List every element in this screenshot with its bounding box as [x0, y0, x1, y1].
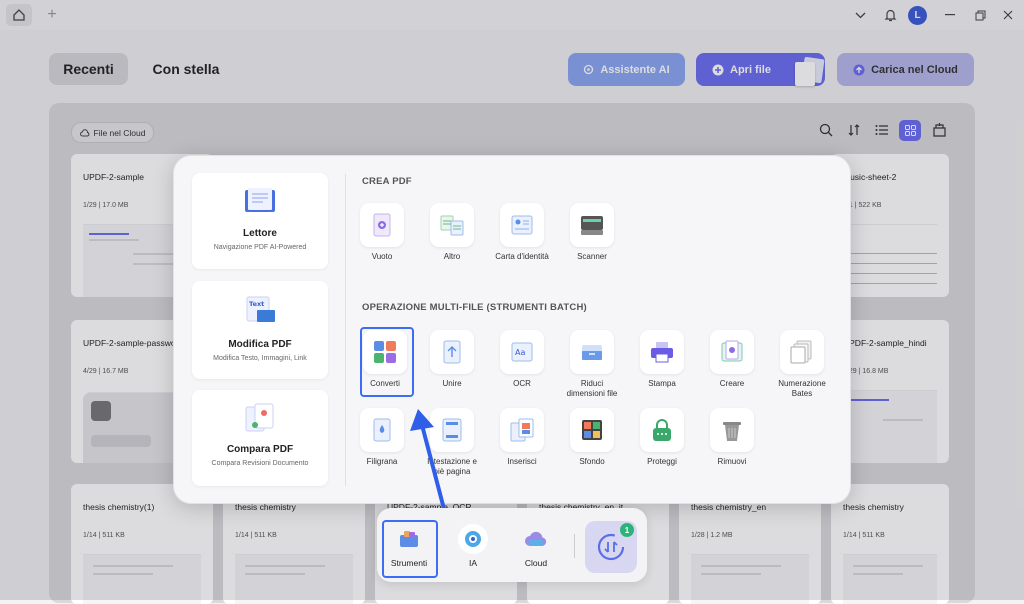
trash-icon	[723, 422, 741, 441]
id-card-icon	[511, 215, 533, 235]
tool-ocr[interactable]: Aa OCR	[494, 330, 550, 389]
book-icon	[245, 188, 275, 212]
reader-title: Lettore	[243, 228, 277, 239]
lock-icon	[653, 419, 671, 441]
convert-icon	[374, 341, 396, 363]
compress-icon	[582, 345, 602, 360]
dock-ai[interactable]: IA	[445, 508, 501, 582]
bottom-dock: Strumenti IA Cloud 1	[377, 508, 647, 582]
compare-pdf-title: Compara PDF	[226, 444, 294, 455]
edit-pdf-subtitle: Modifica Testo, Immagini, Link	[213, 355, 307, 362]
tool-insert[interactable]: Inserisci	[494, 408, 550, 467]
edit-pdf-title: Modifica PDF	[228, 339, 292, 350]
section-create-pdf: CREA PDF	[362, 176, 412, 187]
dock-tools-label: Strumenti	[390, 558, 428, 568]
tool-print[interactable]: Stampa	[634, 330, 690, 389]
watermark-icon	[373, 418, 391, 442]
printer-icon	[651, 342, 673, 363]
tool-label: Proteggi	[647, 457, 677, 466]
background-icon	[582, 420, 602, 440]
tool-create[interactable]: Creare	[704, 330, 760, 389]
tool-background[interactable]: Sfondo	[564, 408, 620, 467]
tool-other[interactable]: Altro	[424, 203, 480, 262]
tool-label: Converti	[370, 379, 400, 388]
create-icon	[721, 340, 743, 362]
svg-text:Aa: Aa	[515, 348, 525, 357]
more-formats-icon	[440, 215, 464, 236]
reader-subtitle: Navigazione PDF AI-Powered	[213, 244, 307, 251]
tool-id-card[interactable]: Carta d'identità	[494, 203, 550, 262]
tool-label: Riduci dimensioni file	[566, 379, 618, 398]
tool-label: Sfondo	[579, 457, 605, 466]
tools-popup: Lettore Navigazione PDF AI-Powered Text …	[173, 155, 851, 504]
bates-icon	[790, 340, 812, 364]
compare-pdf-subtitle: Compara Revisioni Documento	[211, 460, 309, 467]
tool-label: Creare	[719, 379, 745, 388]
blank-doc-icon	[373, 213, 391, 237]
tool-label: Unire	[442, 379, 462, 388]
dock-cloud[interactable]: Cloud	[508, 508, 564, 582]
tool-label: OCR	[513, 379, 531, 388]
arrow-annotation	[410, 409, 446, 511]
tool-label: Stampa	[648, 379, 676, 388]
tool-blank[interactable]: Vuoto	[354, 203, 410, 262]
merge-icon	[443, 340, 461, 364]
edit-pdf-card[interactable]: Text Modifica PDF Modifica Testo, Immagi…	[192, 281, 328, 379]
tool-label: Numerazione Bates	[778, 379, 826, 398]
tool-label: Inserisci	[507, 457, 537, 466]
scanner-icon	[581, 216, 603, 235]
dock-tools[interactable]: Strumenti	[381, 508, 437, 582]
tool-protect[interactable]: Proteggi	[634, 408, 690, 467]
tool-bates[interactable]: Numerazione Bates	[774, 330, 830, 399]
tool-compress[interactable]: Riduci dimensioni file	[564, 330, 620, 399]
dock-cloud-label: Cloud	[524, 558, 548, 568]
tool-label: Carta d'identità	[495, 252, 549, 261]
tool-scanner[interactable]: Scanner	[564, 203, 620, 262]
dock-ai-label: IA	[468, 558, 478, 568]
section-batch: OPERAZIONE MULTI-FILE (STRUMENTI BATCH)	[362, 302, 587, 313]
divider	[345, 174, 346, 486]
tool-label: Vuoto	[371, 252, 393, 261]
ai-icon	[465, 531, 481, 547]
notification-badge: 1	[620, 523, 634, 537]
edit-text-icon: Text	[246, 296, 275, 322]
tool-merge[interactable]: Unire	[424, 330, 480, 389]
tool-label: Scanner	[577, 252, 607, 261]
compare-icon	[245, 403, 274, 432]
tool-convert[interactable]: Converti	[357, 330, 413, 389]
tool-label: Altro	[443, 252, 461, 261]
tool-remove[interactable]: Rimuovi	[704, 408, 760, 467]
cloud-icon	[525, 531, 547, 546]
sync-icon	[597, 533, 625, 561]
tool-label: Rimuovi	[717, 457, 747, 466]
reader-card[interactable]: Lettore Navigazione PDF AI-Powered	[192, 173, 328, 269]
svg-text:Text: Text	[249, 300, 264, 308]
toolbox-icon	[400, 531, 418, 547]
dock-divider	[574, 534, 575, 558]
ocr-icon: Aa	[511, 342, 533, 362]
insert-icon	[510, 418, 534, 442]
compare-pdf-card[interactable]: Compara PDF Compara Revisioni Documento	[192, 390, 328, 486]
